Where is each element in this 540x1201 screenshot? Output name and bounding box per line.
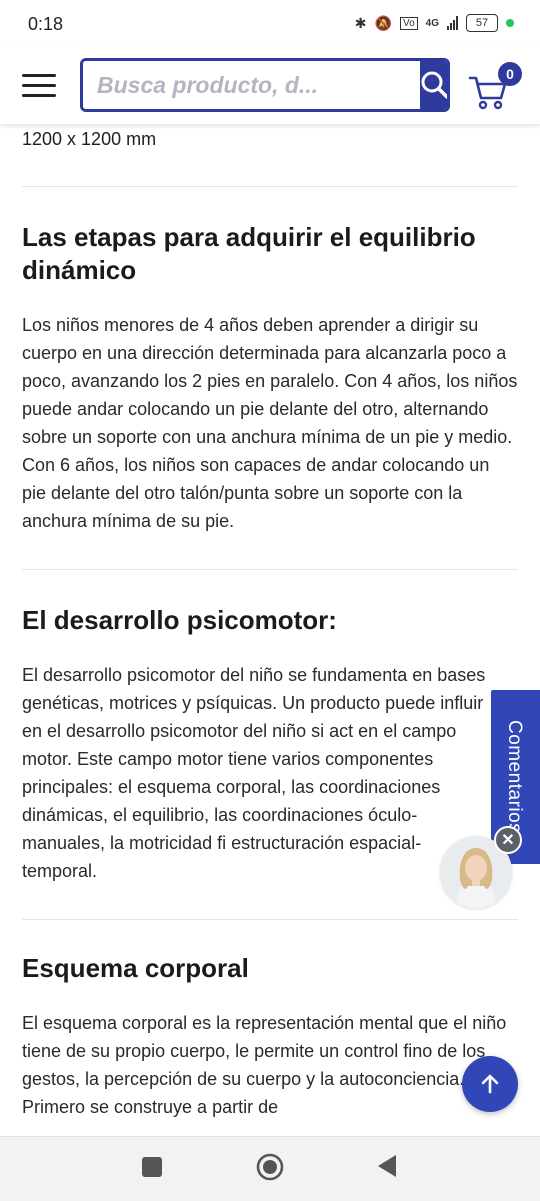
search-bar (80, 58, 450, 112)
status-icons: ✱ 🔕 Vo 4G 57 (355, 14, 514, 32)
volte-icon: Vo (399, 16, 418, 30)
article-content: 1200 x 1200 mm Las etapas para adquirir … (22, 124, 518, 1121)
back-icon[interactable] (376, 1153, 398, 1179)
app-header: 0 (0, 48, 540, 124)
search-icon (421, 71, 447, 99)
section-paragraph: El esquema corporal es la representación… (22, 1013, 507, 1117)
cart-count-badge: 0 (498, 62, 522, 86)
system-nav-bar (0, 1136, 540, 1201)
divider (22, 569, 518, 570)
section-title: Las etapas para adquirir el equilibrio d… (22, 222, 476, 285)
signal-icon (447, 16, 458, 30)
privacy-indicator (506, 19, 514, 27)
search-input[interactable] (83, 61, 420, 109)
menu-icon[interactable] (22, 74, 56, 98)
section-paragraph: Con 6 años, los niños son capaces de and… (22, 455, 490, 531)
scroll-top-button[interactable] (462, 1056, 518, 1112)
battery-icon: 57 (466, 14, 498, 32)
divider (22, 186, 518, 187)
section-title: El desarrollo psicomotor: (22, 605, 337, 635)
network-label: 4G (425, 17, 439, 29)
home-icon[interactable] (256, 1153, 284, 1181)
section-paragraph: Los niños menores de 4 años deben aprend… (22, 315, 518, 447)
section-title: Esquema corporal (22, 953, 249, 983)
comments-tab-label: Comentarios (504, 720, 525, 834)
search-button[interactable] (420, 61, 447, 109)
arrow-up-icon (481, 1074, 499, 1094)
recent-apps-icon[interactable] (142, 1157, 162, 1177)
cart-button[interactable]: 0 (468, 62, 524, 112)
section-paragraph: El desarrollo psicomotor del niño se fun… (22, 665, 486, 881)
bluetooth-icon: ✱ (354, 14, 367, 31)
status-bar: 0:18 ✱ 🔕 Vo 4G 57 (0, 0, 540, 48)
status-time: 0:18 (28, 14, 64, 34)
mute-icon: 🔕 (374, 14, 392, 31)
product-dimension: 1200 x 1200 mm (22, 129, 157, 149)
close-icon[interactable]: ✕ (494, 826, 522, 854)
divider (22, 919, 518, 920)
